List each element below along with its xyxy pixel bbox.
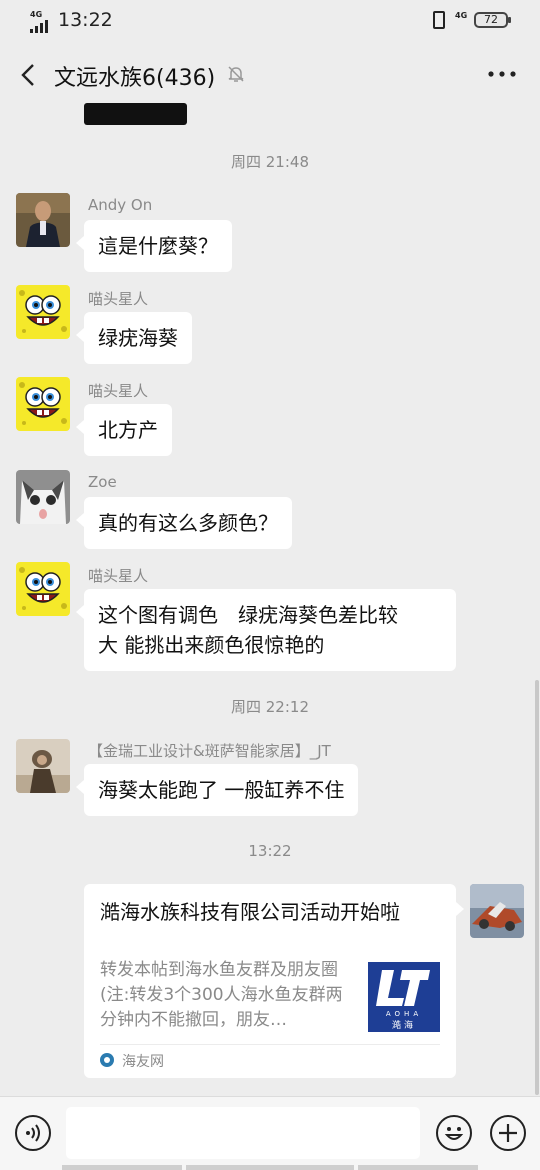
message-bubble[interactable]: 北方产: [76, 404, 172, 456]
source-icon: [100, 1053, 114, 1067]
message-bubble[interactable]: 這是什麼葵？: [76, 220, 232, 272]
link-card[interactable]: 澔海水族科技有限公司活动开始啦 转发本帖到海水鱼友群及朋友圈(注:转发3个300…: [84, 884, 464, 1078]
more-button[interactable]: [484, 62, 520, 86]
link-card-title: 澔海水族科技有限公司活动开始啦: [100, 900, 400, 924]
timestamp: 13:22: [248, 842, 292, 860]
message-bubble[interactable]: 绿疣海葵: [76, 312, 192, 364]
avatar[interactable]: [16, 193, 70, 247]
avatar[interactable]: [16, 562, 70, 616]
network-type-2: 4G: [455, 11, 468, 20]
avatar[interactable]: [16, 285, 70, 339]
avatar[interactable]: [16, 470, 70, 524]
emoji-icon: [444, 1127, 464, 1140]
chevron-left-icon: [21, 64, 34, 86]
message-line: 这个图有调色 绿疣海葵色差比较: [98, 603, 398, 627]
more-icon: [488, 71, 516, 77]
battery-level: 72: [484, 13, 498, 26]
timestamp: 周四 22:12: [231, 698, 309, 716]
sender-name: Andy On: [88, 196, 153, 214]
network-type: 4G: [30, 10, 43, 19]
message-bubble[interactable]: 真的有这么多颜色？: [76, 497, 292, 549]
plus-button[interactable]: [490, 1115, 526, 1151]
avatar[interactable]: [16, 377, 70, 431]
message-bubble[interactable]: 这个图有调色 绿疣海葵色差比较 大 能挑出来颜色很惊艳的: [76, 589, 456, 671]
voice-icon: [26, 1124, 40, 1142]
nav-indicator: [358, 1165, 478, 1170]
divider: [100, 1044, 440, 1045]
scrollbar[interactable]: [535, 680, 539, 1095]
message-line: 大 能挑出来颜色很惊艳的: [98, 633, 325, 657]
vibrate-icon: [433, 11, 445, 29]
logo-text: AOHA: [386, 1010, 422, 1018]
avatar[interactable]: [16, 739, 70, 793]
nav-indicator: [186, 1165, 354, 1170]
status-time: 13:22: [58, 9, 113, 31]
input-bar: [0, 1096, 540, 1170]
voice-button[interactable]: [15, 1115, 51, 1151]
sender-name: Zoe: [88, 473, 117, 491]
self-avatar[interactable]: [470, 884, 524, 938]
sender-name: 【金瑞工业设计&斑萨智能家居】_JT: [88, 742, 331, 760]
battery-icon: 72: [474, 12, 511, 28]
chat-header: 文远水族6(436): [0, 48, 540, 102]
emoji-button[interactable]: [436, 1115, 472, 1151]
logo-cn: 澔海: [392, 1019, 416, 1031]
sender-name: 喵头星人: [88, 382, 149, 400]
timestamp: 周四 21:48: [231, 153, 309, 171]
signal-icon: [30, 20, 48, 33]
plus-icon: [499, 1124, 517, 1142]
link-card-description: 转发本帖到海水鱼友群及朋友圈(注:转发3个300人海水鱼友群两分钟内不能撤回，朋…: [100, 960, 343, 1030]
chat-title[interactable]: 文远水族6(436): [54, 60, 215, 92]
back-button[interactable]: [14, 60, 44, 90]
aoha-logo: AOHA 澔海: [368, 962, 440, 1032]
nav-indicator: [62, 1165, 182, 1170]
sender-name: 喵头星人: [88, 290, 149, 308]
message-bubble[interactable]: 海葵太能跑了 一般缸养不住: [75, 764, 359, 816]
redacted-bubble: [84, 103, 187, 125]
bell-off-icon: [226, 64, 246, 84]
link-card-source: 海友网: [122, 1054, 164, 1070]
status-bar: 4G 13:22 4G 72: [0, 0, 540, 44]
sender-name: 喵头星人: [88, 567, 149, 585]
message-input[interactable]: [66, 1107, 420, 1159]
